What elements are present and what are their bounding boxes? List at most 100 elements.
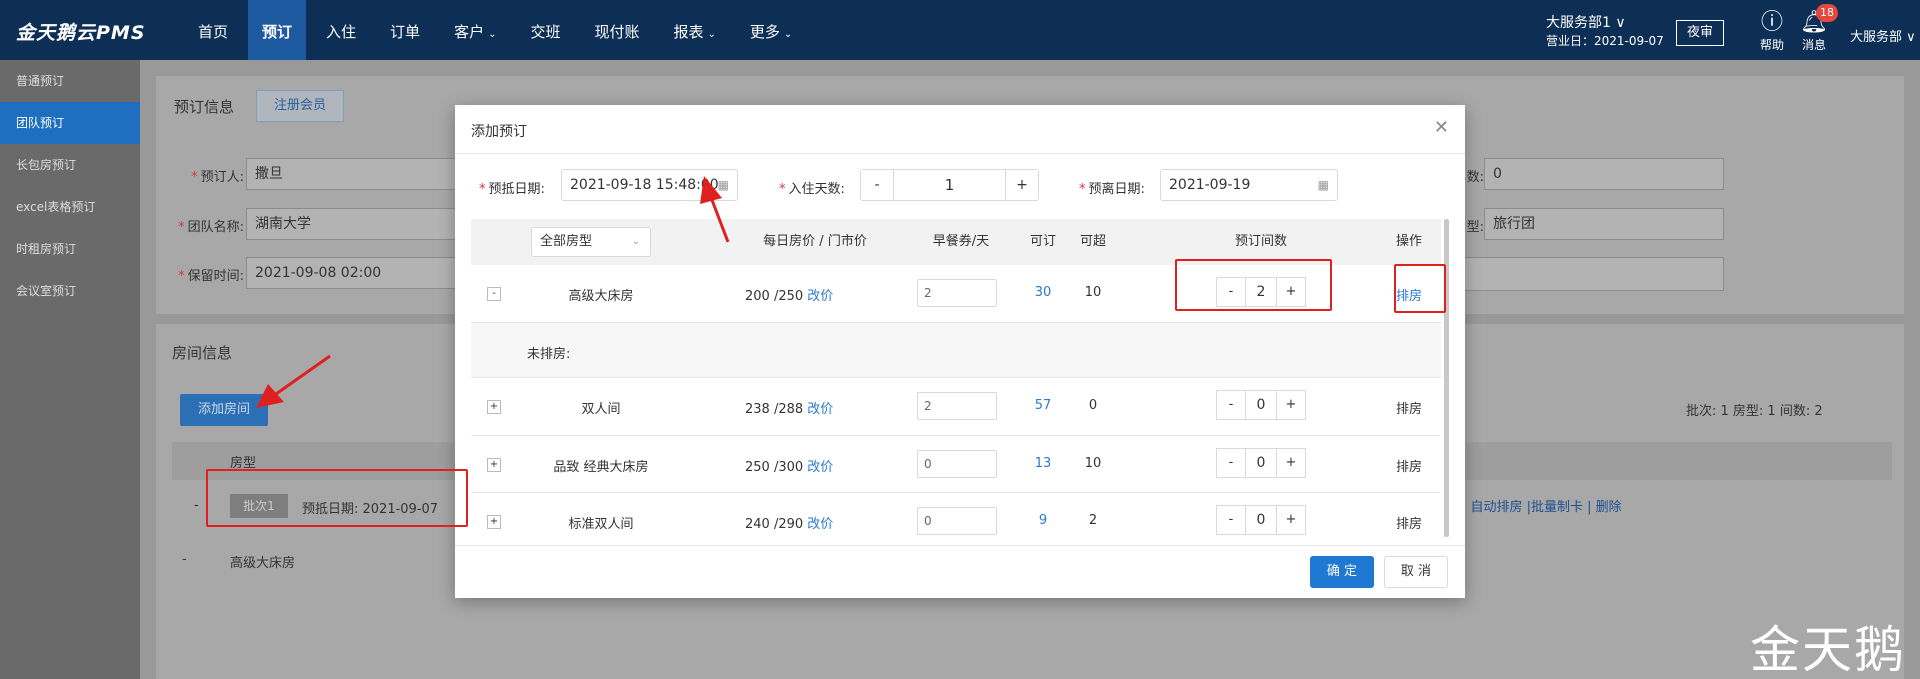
cancel-button[interactable]: 取 消 — [1384, 556, 1448, 588]
room-type-name: 双人间 — [581, 402, 621, 417]
nights-label: * 入住天数: — [779, 182, 845, 197]
arrival-date-input[interactable]: 2021-09-18 15:48:00 ▦ — [561, 169, 738, 201]
nights-increment-button[interactable]: + — [1006, 170, 1038, 200]
modal-title: 添加预订 — [471, 124, 527, 140]
room-price: 200 /250 改价 — [745, 289, 834, 304]
rooms-stepper[interactable]: - 0 + — [1216, 448, 1306, 478]
rooms-decrement-button[interactable]: - — [1217, 391, 1245, 419]
rooms-increment-button[interactable]: + — [1277, 449, 1305, 477]
sidebar-item-meeting[interactable]: 会议室预订 — [0, 270, 140, 312]
batch-collapse-toggle[interactable]: - — [194, 498, 199, 513]
breakfast-input[interactable]: 2 — [917, 392, 997, 420]
rooms-value[interactable]: 0 — [1245, 449, 1277, 477]
nav-shift[interactable]: 交班 — [516, 0, 574, 60]
calendar-icon: ▦ — [717, 178, 729, 192]
table-row: + 品致 经典大床房 250 /300 改价 0 13 10 - 0 + 排房 — [471, 436, 1441, 493]
nav-home[interactable]: 首页 — [184, 0, 242, 60]
available-column-header: 可订 — [1029, 234, 1056, 249]
price-column-header: 每日房价 / 门市价 — [763, 234, 867, 249]
row-expand-button[interactable]: + — [487, 400, 501, 414]
help-button[interactable]: ⓘ 帮助 — [1752, 10, 1792, 53]
sidebar: 普通预订 团队预订 长包房预订 excel表格预订 时租房预订 会议室预订 — [0, 60, 140, 679]
batch-action-links[interactable]: | 自动排房 |批量制卡 | 删除 — [1462, 496, 1622, 515]
breakfast-input[interactable]: 0 — [917, 450, 997, 478]
rooms-stepper[interactable]: - 0 + — [1216, 390, 1306, 420]
rooms-value[interactable]: 0 — [1245, 506, 1277, 534]
add-room-button[interactable]: 添加房间 — [180, 394, 268, 426]
breakfast-input[interactable]: 2 — [917, 279, 997, 307]
annotation-box-batch — [206, 469, 468, 527]
hold-time-label: * 保留时间: — [178, 269, 244, 284]
row-expand-button[interactable]: + — [487, 515, 501, 529]
departure-date-input[interactable]: 2021-09-19 ▦ — [1160, 169, 1338, 201]
change-price-link[interactable]: 改价 — [807, 460, 833, 475]
sidebar-item-hourly[interactable]: 时租房预订 — [0, 228, 140, 270]
right-field-input-1[interactable]: 0 — [1484, 158, 1724, 190]
sidebar-item-excel[interactable]: excel表格预订 — [0, 186, 140, 228]
nav-more[interactable]: 更多 ⌄ — [736, 0, 806, 60]
rooms-increment-button[interactable]: + — [1277, 391, 1305, 419]
nav-orders[interactable]: 订单 — [376, 0, 434, 60]
change-price-link[interactable]: 改价 — [807, 402, 833, 417]
available-count[interactable]: 30 — [1023, 285, 1063, 300]
nav-checkin[interactable]: 入住 — [312, 0, 370, 60]
top-navbar: 金天鹅云PMS 首页 预订 入住 订单 客户 ⌄ 交班 现付账 报表 ⌄ 更多 ⌄ 大… — [0, 0, 1920, 60]
room-collapse-toggle[interactable]: - — [182, 552, 187, 567]
rooms-value[interactable]: 0 — [1245, 391, 1277, 419]
close-icon[interactable]: ✕ — [1434, 117, 1449, 138]
departure-date-label: * 预离日期: — [1079, 182, 1145, 197]
room-price: 238 /288 改价 — [745, 402, 834, 417]
room-price: 240 /290 改价 — [745, 517, 834, 532]
register-member-button[interactable]: 注册会员 — [256, 90, 344, 122]
nav-reports[interactable]: 报表 ⌄ — [660, 0, 730, 60]
remark-textarea[interactable] — [1458, 257, 1724, 291]
change-price-link[interactable]: 改价 — [807, 517, 833, 532]
shop-name: 大服务部1 ∨ — [1546, 15, 1626, 31]
sidebar-item-normal[interactable]: 普通预订 — [0, 60, 140, 102]
breakfast-column-header: 早餐券/天 — [932, 234, 990, 249]
confirm-button[interactable]: 确 定 — [1310, 556, 1374, 588]
night-audit-button[interactable]: 夜审 — [1676, 20, 1724, 46]
overbook-column-header: 可超 — [1079, 234, 1106, 249]
assign-room-link[interactable]: 排房 — [1389, 398, 1429, 417]
business-date: 营业日：2021-09-07 — [1546, 34, 1664, 48]
messages-button[interactable]: 🔔︎ 消息 18 — [1794, 4, 1838, 53]
available-count[interactable]: 9 — [1023, 513, 1063, 528]
nav-cash[interactable]: 现付账 — [580, 0, 653, 60]
nights-decrement-button[interactable]: - — [861, 170, 893, 200]
user-menu[interactable]: 大服务部 ∨ — [1850, 26, 1916, 45]
sidebar-item-team[interactable]: 团队预订 — [0, 102, 140, 144]
rooms-increment-button[interactable]: + — [1277, 506, 1305, 534]
assign-room-link[interactable]: 排房 — [1389, 513, 1429, 532]
booker-label: * 预订人: — [191, 170, 244, 185]
team-type-select[interactable]: 旅行团 — [1484, 208, 1724, 240]
booker-input[interactable]: 撒旦 — [246, 158, 456, 190]
row-collapse-button[interactable]: - — [487, 287, 501, 301]
booking-info-title: 预订信息 — [174, 98, 235, 116]
overbook-count: 10 — [1084, 285, 1102, 300]
nav-customers[interactable]: 客户 ⌄ — [440, 0, 510, 60]
assign-room-link[interactable]: 排房 — [1389, 456, 1429, 475]
available-count[interactable]: 57 — [1023, 398, 1063, 413]
rooms-decrement-button[interactable]: - — [1217, 506, 1245, 534]
room-stats: 批次: 1 房型: 1 间数: 2 — [1686, 404, 1823, 419]
team-name-input[interactable]: 湖南大学 — [246, 208, 456, 240]
room-type-filter-select[interactable]: 全部房型 ⌄ — [531, 227, 651, 257]
nights-stepper[interactable]: - 1 + — [860, 169, 1039, 201]
shop-selector[interactable]: 大服务部1 ∨ 营业日：2021-09-07 — [1546, 14, 1664, 50]
breakfast-input[interactable]: 0 — [917, 507, 997, 535]
message-count-badge: 18 — [1816, 4, 1838, 22]
row-expand-button[interactable]: + — [487, 458, 501, 472]
hold-time-input[interactable]: 2021-09-08 02:00 — [246, 257, 456, 289]
sidebar-item-long-stay[interactable]: 长包房预订 — [0, 144, 140, 186]
nights-value[interactable]: 1 — [893, 170, 1006, 200]
modal-divider — [455, 153, 1465, 154]
nav-booking[interactable]: 预订 — [248, 0, 307, 60]
change-price-link[interactable]: 改价 — [807, 289, 833, 304]
available-count[interactable]: 13 — [1023, 456, 1063, 471]
modal-footer-divider — [455, 545, 1465, 546]
rooms-decrement-button[interactable]: - — [1217, 449, 1245, 477]
rooms-stepper[interactable]: - 0 + — [1216, 505, 1306, 535]
calendar-icon: ▦ — [1317, 178, 1329, 192]
room-type-name: 高级大床房 — [568, 289, 634, 304]
